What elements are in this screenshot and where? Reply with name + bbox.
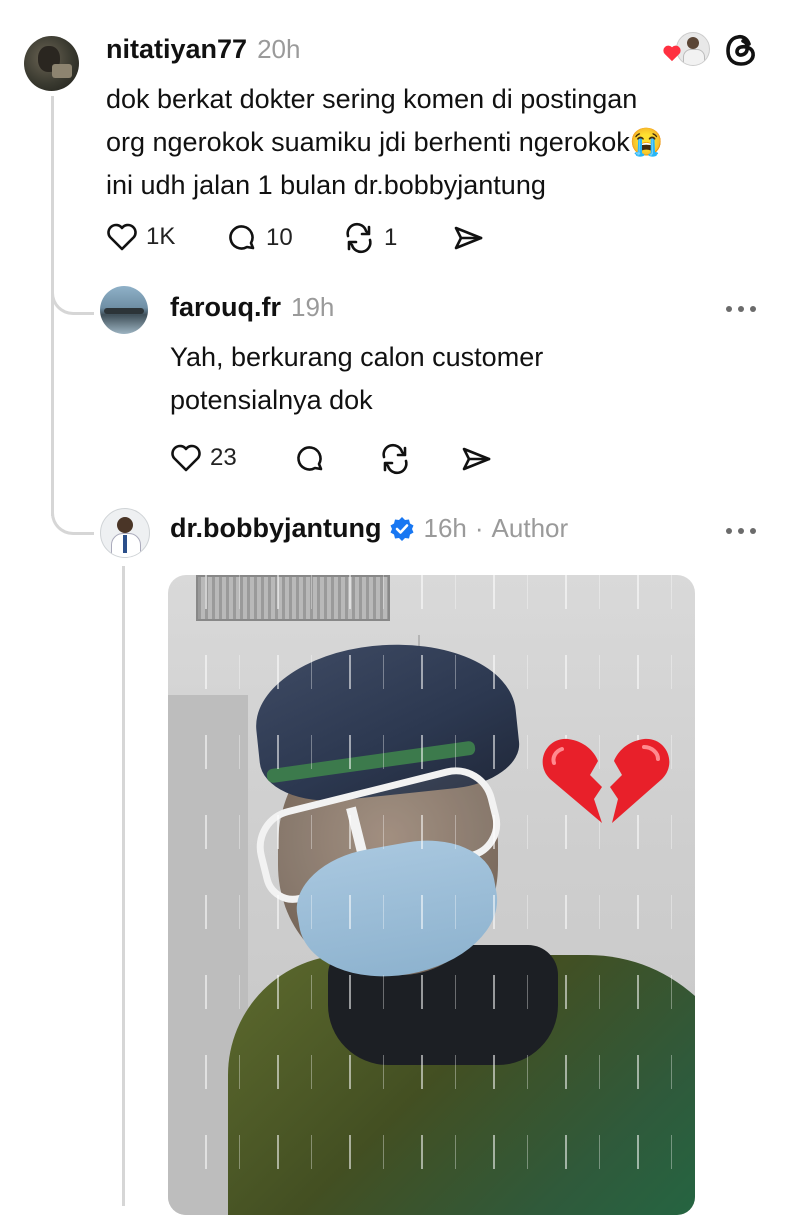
- post-text-line: org ngerokok suamiku jdi berhenti ngerok…: [106, 127, 664, 157]
- liked-by-indicator[interactable]: [662, 32, 710, 68]
- repost-icon: [382, 443, 408, 475]
- repost-icon: [346, 222, 372, 254]
- like-count: 1K: [146, 223, 176, 250]
- like-count: 23: [210, 444, 237, 471]
- reply-text-line: Yah, berkurang calon customer: [170, 342, 544, 372]
- reply-button[interactable]: 10: [226, 222, 293, 254]
- username[interactable]: dr.bobbyjantung: [170, 513, 381, 544]
- username[interactable]: nitatiyan77: [106, 34, 247, 65]
- reply-count: 10: [266, 224, 293, 251]
- share-button[interactable]: [452, 222, 484, 254]
- heart-icon: [662, 44, 682, 67]
- repost-button[interactable]: 1: [342, 222, 397, 254]
- heart-outline-icon: [107, 223, 137, 251]
- username[interactable]: farouq.fr: [170, 292, 281, 323]
- reply-button[interactable]: [294, 443, 326, 475]
- more-options-button[interactable]: [726, 306, 756, 312]
- threads-logo-icon[interactable]: [722, 30, 760, 75]
- like-button[interactable]: 23: [170, 443, 237, 473]
- comment-icon: [297, 446, 323, 471]
- media-attachment[interactable]: [168, 575, 695, 1215]
- separator-dot: ·: [474, 513, 484, 543]
- author-badge: Author: [491, 513, 569, 543]
- broken-heart-icon: [540, 735, 672, 832]
- repost-button[interactable]: [378, 443, 412, 475]
- reply-text-line: potensialnya dok: [170, 385, 373, 415]
- timestamp: 20h: [257, 34, 301, 64]
- post-text-line: dok berkat dokter sering komen di postin…: [106, 84, 638, 114]
- share-button[interactable]: [460, 443, 492, 475]
- comment-icon: [229, 225, 255, 250]
- reply-text: Yah, berkurang calon customer potensialn…: [170, 336, 730, 422]
- thread-connector-reply2: [51, 490, 94, 535]
- timestamp: 16h: [423, 513, 467, 543]
- repost-count: 1: [384, 224, 398, 251]
- verified-badge-icon: [389, 516, 415, 542]
- avatar[interactable]: [100, 508, 150, 558]
- like-button[interactable]: 1K: [106, 222, 175, 252]
- post-text: dok berkat dokter sering komen di postin…: [106, 78, 756, 207]
- send-icon: [454, 226, 483, 250]
- rain-overlay: [168, 575, 695, 1215]
- more-options-button[interactable]: [726, 528, 756, 534]
- avatar[interactable]: [24, 36, 79, 91]
- send-icon: [462, 447, 491, 471]
- thread-connector-reply1: [51, 270, 94, 315]
- avatar[interactable]: [100, 286, 148, 334]
- post-text-line: ini udh jalan 1 bulan dr.bobbyjantung: [106, 170, 546, 200]
- thread-line-reply2: [122, 566, 125, 1206]
- thread-line-main: [51, 96, 54, 516]
- timestamp: 19h: [291, 292, 335, 322]
- heart-outline-icon: [171, 444, 201, 472]
